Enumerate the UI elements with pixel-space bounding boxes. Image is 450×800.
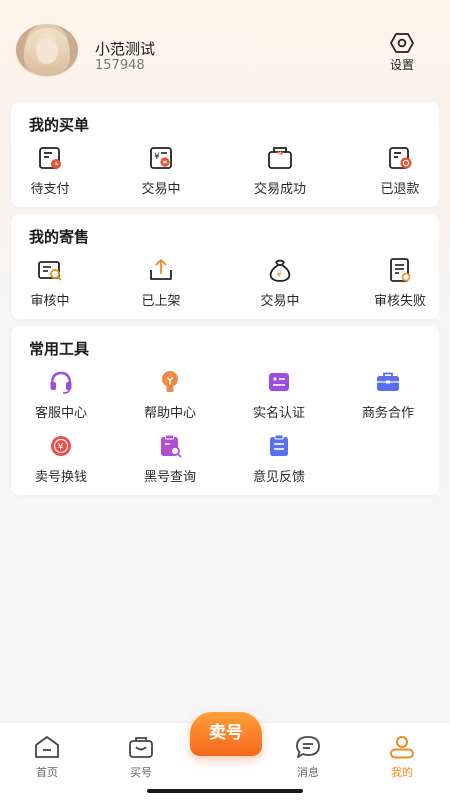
tab-buy[interactable]: 买号 (111, 733, 171, 780)
wallet-clock-icon (39, 147, 61, 169)
order-refunded-label: 已退款 (380, 182, 420, 197)
orders-card: 我的买单 待支付 ¥ 交易中 ¥ 交易成功 已退款 (11, 102, 439, 207)
sell-account-button[interactable]: 卖号 (190, 712, 262, 756)
consign-listed[interactable]: 已上架 (111, 256, 211, 309)
tool-blacklist-query[interactable]: 黑号查询 (120, 432, 220, 485)
consign-failed-label: 审核失败 (373, 294, 426, 309)
tools-title: 常用工具 (29, 340, 90, 358)
consign-reviewing-label: 审核中 (30, 294, 70, 309)
tool-feedback[interactable]: 意见反馈 (229, 432, 329, 485)
tab-home-label: 首页 (36, 766, 58, 779)
tab-messages[interactable]: 消息 (278, 733, 338, 780)
tool-sell-account[interactable]: ¥ 卖号换钱 (11, 432, 111, 485)
tab-buy-label: 买号 (130, 766, 152, 779)
tool-business-cooperation[interactable]: 商务合作 (338, 368, 438, 421)
tab-home[interactable]: 首页 (17, 733, 77, 780)
home-icon (35, 736, 59, 758)
yuan-exchange-icon: ¥ (150, 147, 172, 169)
svg-text:¥: ¥ (278, 151, 282, 158)
consign-card: 我的寄售 审核中 已上架 ¥ 交易中 审核失败 (11, 214, 439, 319)
refund-icon (389, 147, 412, 169)
svg-text:¥: ¥ (58, 443, 64, 453)
tool-business-cooperation-label: 商务合作 (361, 406, 414, 421)
order-refunded[interactable]: 已退款 (350, 144, 450, 197)
consign-failed[interactable]: 审核失败 (350, 256, 450, 309)
svg-text:¥: ¥ (277, 270, 282, 279)
consign-title: 我的寄售 (29, 228, 90, 246)
tool-blacklist-query-label: 黑号查询 (143, 470, 196, 485)
avatar[interactable] (16, 24, 78, 76)
upload-tray-icon (150, 259, 172, 280)
document-fail-icon (390, 258, 411, 282)
order-in-progress[interactable]: ¥ 交易中 (111, 144, 211, 197)
consign-reviewing[interactable]: 审核中 (0, 256, 100, 309)
tool-customer-service[interactable]: 客服中心 (11, 368, 111, 421)
user-icon (390, 736, 414, 759)
bag-icon (129, 737, 153, 758)
tool-customer-service-label: 客服中心 (34, 406, 87, 421)
settings-label: 设置 (389, 58, 414, 72)
yuan-box-icon: ¥ (268, 147, 292, 169)
tool-sell-account-label: 卖号换钱 (34, 470, 87, 485)
order-in-progress-label: 交易中 (141, 182, 181, 197)
tool-feedback-label: 意见反馈 (252, 470, 305, 485)
profile-header: 小范测试 157948 设置 (0, 0, 450, 100)
tool-help-center-label: 帮助中心 (143, 406, 196, 421)
money-icon: ¥ (51, 436, 71, 456)
id-card-icon (269, 373, 289, 391)
tool-real-name-auth[interactable]: 实名认证 (229, 368, 329, 421)
money-bag-icon: ¥ (269, 259, 291, 282)
feedback-icon (270, 434, 288, 456)
order-success-label: 交易成功 (253, 182, 306, 197)
consign-trading-label: 交易中 (260, 294, 300, 309)
tools-card: 常用工具 客服中心 帮助中心 实名认证 商务合作 ¥ 卖号换钱 黑号查询 意见反… (11, 326, 439, 495)
tab-mine-label: 我的 (391, 766, 413, 779)
username: 小范测试 (95, 40, 156, 58)
orders-title: 我的买单 (29, 116, 90, 134)
user-id: 157948 (95, 58, 145, 73)
consign-listed-label: 已上架 (141, 294, 181, 309)
tool-real-name-auth-label: 实名认证 (252, 406, 305, 421)
briefcase-icon (377, 372, 399, 391)
home-indicator (147, 789, 303, 793)
lightbulb-icon (162, 371, 178, 392)
review-icon (38, 261, 62, 281)
settings-icon (390, 33, 414, 53)
settings-button[interactable]: 设置 (382, 32, 422, 80)
clipboard-search-icon (161, 434, 182, 458)
svg-text:¥: ¥ (154, 152, 160, 162)
tab-mine[interactable]: 我的 (372, 733, 432, 780)
tool-help-center[interactable]: 帮助中心 (120, 368, 220, 421)
tab-messages-label: 消息 (297, 766, 319, 779)
order-pending-payment[interactable]: 待支付 (0, 144, 100, 197)
chat-bubble-icon (296, 736, 320, 758)
consign-trading[interactable]: ¥ 交易中 (230, 256, 330, 309)
order-success[interactable]: ¥ 交易成功 (230, 144, 330, 197)
headset-icon (50, 371, 72, 394)
order-pending-label: 待支付 (30, 182, 70, 197)
